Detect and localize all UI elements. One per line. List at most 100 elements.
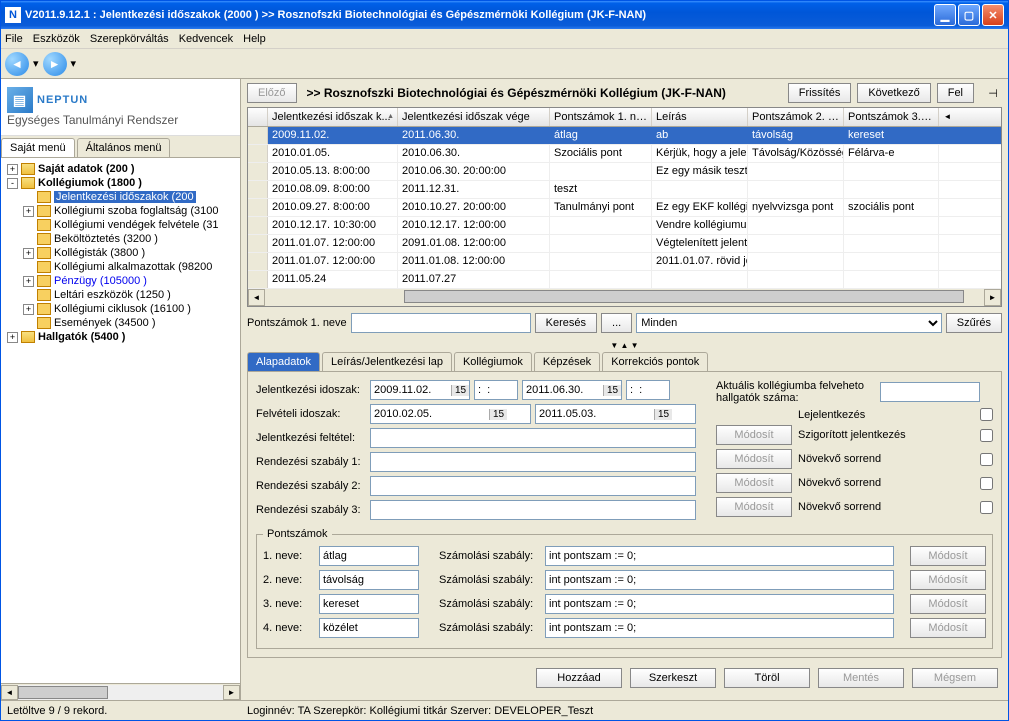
pontszam-name-input[interactable] [319,570,419,590]
tree-label[interactable]: Kollégiumi ciklusok (16100 ) [54,303,191,315]
calendar-icon[interactable]: 15 [451,385,469,396]
grid-scroll-thumb[interactable] [404,290,964,303]
search-input[interactable] [351,313,531,333]
search-more-button[interactable]: ... [601,313,632,333]
search-button[interactable]: Keresés [535,313,597,333]
tab-own-menu[interactable]: Saját menü [1,138,75,157]
felv-from-date[interactable] [371,405,489,423]
jel-to-time[interactable] [626,380,670,400]
edit-button[interactable]: Szerkeszt [630,668,716,688]
pontszam-modosit-button[interactable]: Módosít [910,546,986,566]
scroll-thumb[interactable] [18,686,108,699]
tree-label[interactable]: Saját adatok (200 ) [38,163,135,175]
grid-column-header[interactable]: Pontszámok 3. ne... [844,108,939,126]
table-row[interactable]: 2010.09.27. 8:00:002010.10.27. 20:00:00T… [248,199,1001,217]
table-row[interactable]: 2010.05.13. 8:00:002010.06.30. 20:00:00E… [248,163,1001,181]
jel-from-time[interactable] [474,380,518,400]
jel-from-date[interactable] [371,381,451,399]
grid-column-header[interactable] [248,108,268,126]
nov3-checkbox[interactable] [980,501,993,514]
filter-button[interactable]: Szűrés [946,313,1002,333]
tree-node[interactable]: Kollégiumi vendégek felvétele (31 [3,218,238,232]
tree-label[interactable]: Leltári eszközök (1250 ) [54,289,171,301]
grid-h-scrollbar[interactable]: ◄ ► [248,289,1001,306]
table-row[interactable]: 2010.01.05.2010.06.30.Szociális pontKérj… [248,145,1001,163]
tree-node[interactable]: - Kollégiumok (1800 ) [3,176,238,190]
tree-label[interactable]: Események (34500 ) [54,317,156,329]
szig-checkbox[interactable] [980,429,993,442]
tree-toggle-icon[interactable]: + [23,276,34,287]
lejel-checkbox[interactable] [980,408,993,421]
menu-tools[interactable]: Eszközök [33,33,80,45]
tree-label[interactable]: Kollégiumi vendégek felvétele (31 [54,219,219,231]
tree-label[interactable]: Kollégiumi alkalmazottak (98200 [54,261,212,273]
tree-label[interactable]: Jelentkezési időszakok (200 [54,191,196,203]
tree-node[interactable]: + Saját adatok (200 ) [3,162,238,176]
scroll-right-icon[interactable]: ► [223,685,240,700]
calendar-icon[interactable]: 15 [489,409,507,420]
menu-help[interactable]: Help [243,33,266,45]
table-row[interactable]: 2011.01.07. 12:00:002091.01.08. 12:00:00… [248,235,1001,253]
tree-node[interactable]: Beköltöztetés (3200 ) [3,232,238,246]
rend2-input[interactable] [370,476,696,496]
tree-toggle-icon[interactable]: + [7,164,18,175]
tree-label[interactable]: Pénzügy (105000 ) [54,275,147,287]
szamolasi-rule-input[interactable] [545,546,894,566]
next-button[interactable]: Következő [857,83,930,103]
rend1-input[interactable] [370,452,696,472]
pontszam-name-input[interactable] [319,594,419,614]
tree-node[interactable]: +Hallgatók (5400 ) [3,330,238,344]
pontszam-modosit-button[interactable]: Módosít [910,594,986,614]
grid-body[interactable]: 2009.11.02.2011.06.30.átlagabtávolságker… [248,127,1001,289]
tree-node[interactable]: +Kollégisták (3800 ) [3,246,238,260]
modosit-1-button[interactable]: Módosít [716,425,792,445]
tab-alapadatok[interactable]: Alapadatok [247,352,320,371]
prev-button[interactable]: Előző [247,83,297,103]
forward-dropdown-icon[interactable]: ▾ [71,57,77,70]
menu-roleswitch[interactable]: Szerepkörváltás [90,33,169,45]
grid-column-header[interactable]: Jelentkezési időszak vége [398,108,550,126]
maximize-button[interactable]: ▢ [958,4,980,26]
table-row[interactable]: 2011.01.07. 12:00:002011.01.08. 12:00:00… [248,253,1001,271]
filter-select[interactable]: Minden [636,313,942,333]
add-button[interactable]: Hozzáad [536,668,622,688]
jel-to-date[interactable] [523,381,603,399]
tree-toggle-icon[interactable]: + [23,304,34,315]
grid-column-header[interactable]: Pontszámok 2. ne... [748,108,844,126]
szamolasi-rule-input[interactable] [545,570,894,590]
pin-icon[interactable]: ⊣ [984,84,1002,102]
pontszam-name-input[interactable] [319,546,419,566]
calendar-icon[interactable]: 15 [654,409,672,420]
nov2-checkbox[interactable] [980,477,993,490]
tree-toggle-icon[interactable]: - [7,178,18,189]
tree-toggle-icon[interactable]: + [23,206,34,217]
tree-toggle-icon[interactable]: + [7,332,18,343]
modosit-3-button[interactable]: Módosít [716,473,792,493]
tree-node[interactable]: Kollégiumi alkalmazottak (98200 [3,260,238,274]
menu-file[interactable]: File [5,33,23,45]
tab-korrekcios[interactable]: Korrekciós pontok [602,352,708,371]
save-button[interactable]: Mentés [818,668,904,688]
tree-label[interactable]: Kollégiumok (1800 ) [38,177,142,189]
grid-scroll-left-icon[interactable]: ◄ [248,289,265,306]
back-button[interactable]: ◄ [5,52,29,76]
nav-tree[interactable]: + Saját adatok (200 ) - Kollégiumok (1800 )… [1,158,240,683]
tree-label[interactable]: Kollégiumi szoba foglaltság (3100 [54,205,219,217]
nov1-checkbox[interactable] [980,453,993,466]
tree-node[interactable]: + Pénzügy (105000 ) [3,274,238,288]
grid-column-header[interactable]: Pontszámok 1. ne... [550,108,652,126]
tree-node[interactable]: Jelentkezési időszakok (200 [3,190,238,204]
minimize-button[interactable]: ▁ [934,4,956,26]
pontszam-name-input[interactable] [319,618,419,638]
grid-column-header[interactable]: Jelentkezési időszak k... [268,108,398,126]
modosit-4-button[interactable]: Módosít [716,497,792,517]
collapse-handle[interactable]: ▼ ▲ ▼ [241,339,1008,352]
left-h-scrollbar[interactable]: ◄ ► [1,683,240,700]
akt-input[interactable] [880,382,980,402]
tab-kollegiumok[interactable]: Kollégiumok [454,352,532,371]
forward-button[interactable]: ► [43,52,67,76]
tab-leiras[interactable]: Leírás/Jelentkezési lap [322,352,452,371]
table-row[interactable]: 2010.12.17. 10:30:002010.12.17. 12:00:00… [248,217,1001,235]
grid-column-header[interactable]: Leírás [652,108,748,126]
rend3-input[interactable] [370,500,696,520]
